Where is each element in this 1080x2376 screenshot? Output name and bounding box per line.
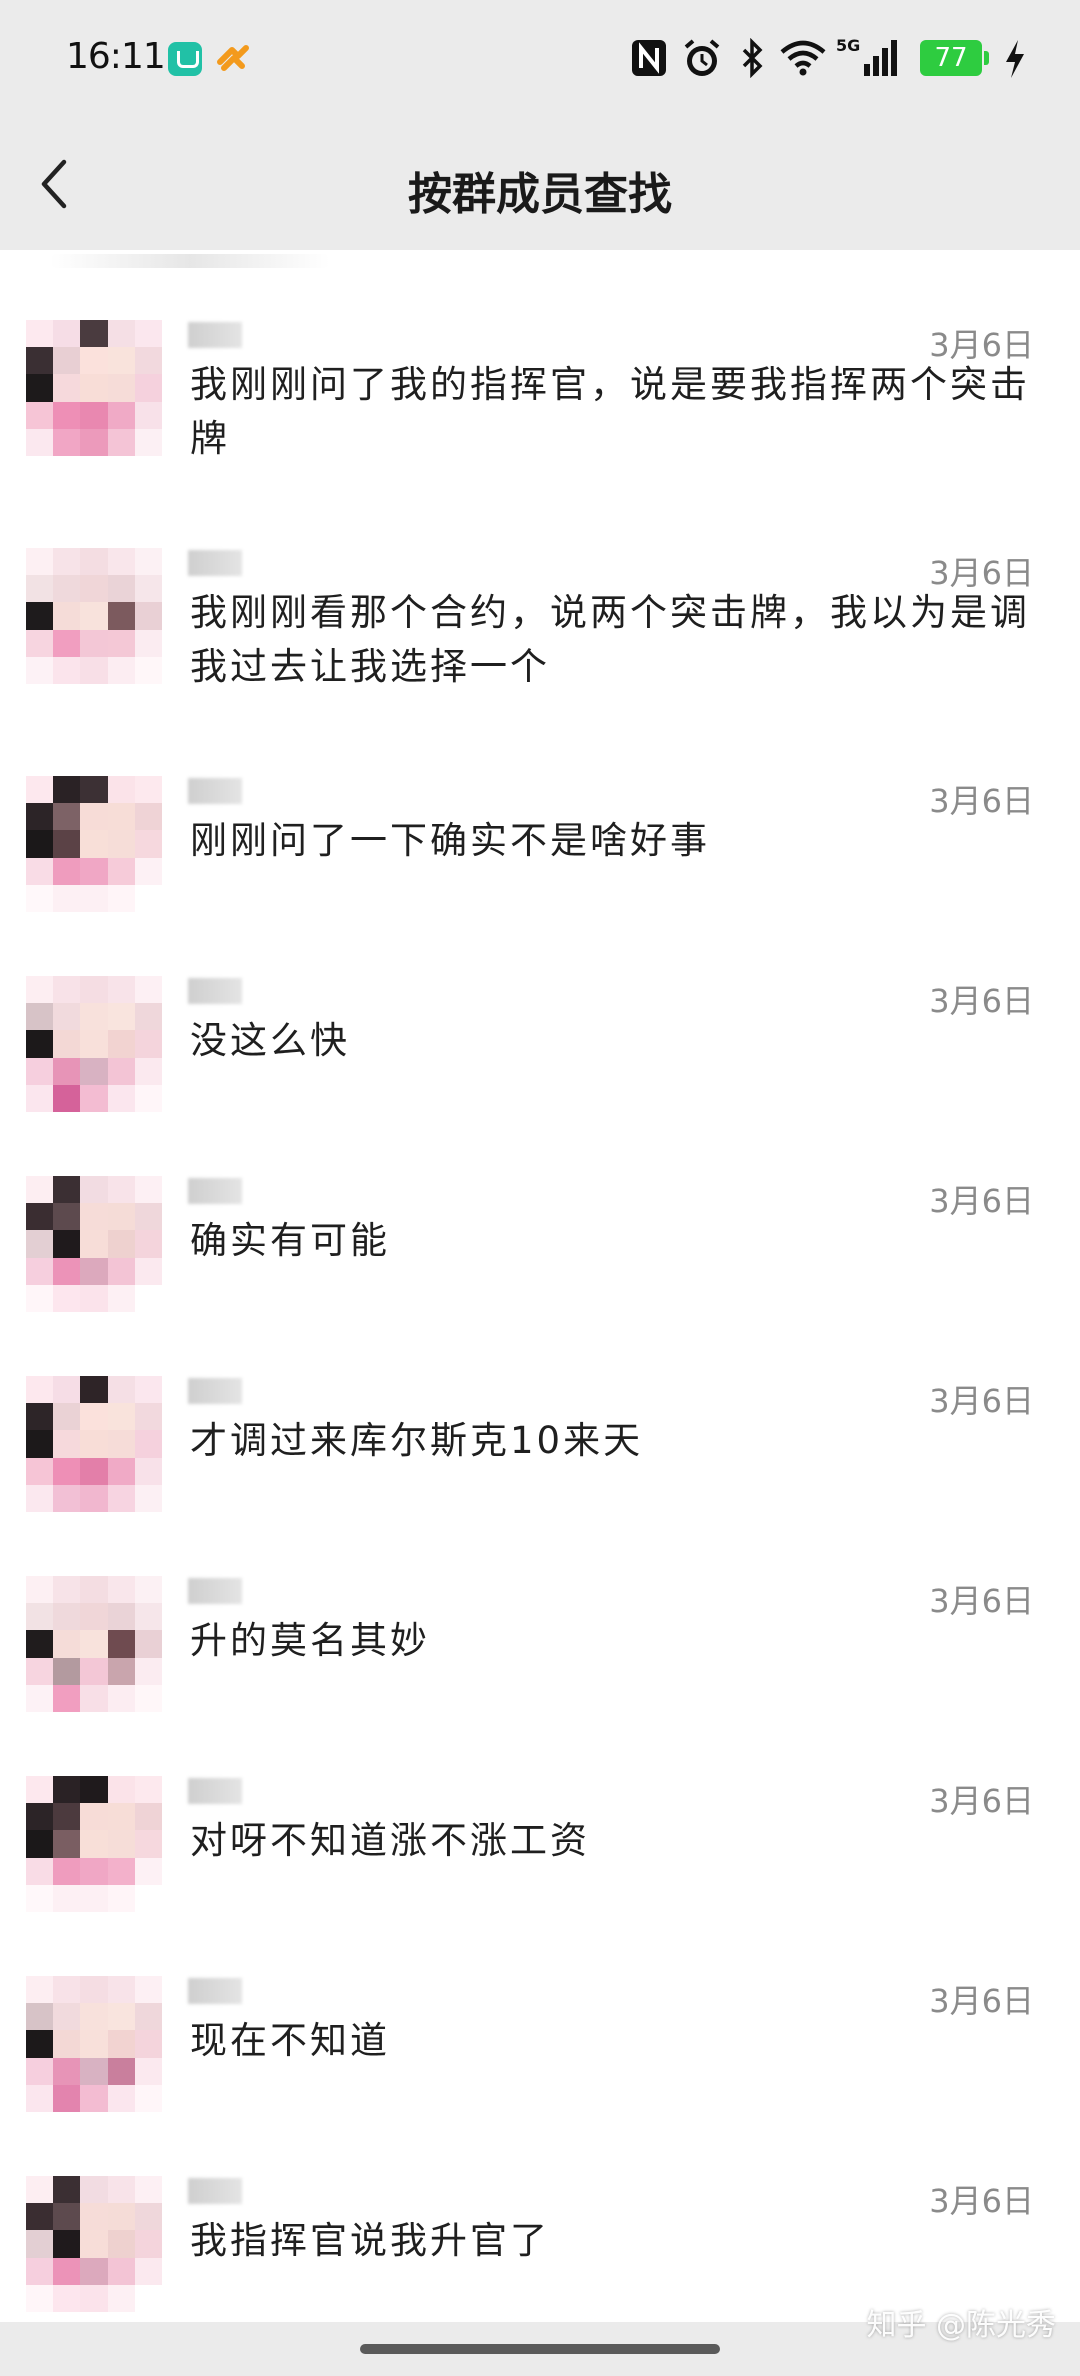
avatar [26,2176,162,2312]
page-title: 按群成员查找 [408,169,672,220]
sender-name-blurred [188,1578,242,1604]
message-text: 刚刚问了一下确实不是啥好事 [190,819,710,862]
charging-icon [1006,40,1024,78]
message-text: 对呀不知道涨不涨工资 [190,1819,590,1862]
alarm-icon [684,39,720,76]
nfc-icon [632,40,666,76]
list-item[interactable]: 3月6日 现在不知道 [0,1956,1080,2146]
sender-name-blurred [188,322,242,348]
message-text: 现在不知道 [190,2019,390,2062]
avatar [26,776,162,912]
sender-name-blurred [188,2178,242,2204]
message-text: 我刚刚看那个合约，说两个突击牌，我以为是调我过去让我选择一个 [190,591,1030,688]
message-text: 确实有可能 [190,1219,390,1262]
avatar [26,1176,162,1312]
sender-name-blurred [188,778,242,804]
avatar [26,548,162,684]
sender-name-blurred [188,1778,242,1804]
status-time: 16:11 [66,36,166,77]
list-item[interactable]: 3月6日 才调过来库尔斯克10来天 [0,1356,1080,1546]
list-item[interactable]: 3月6日 升的莫名其妙 [0,1556,1080,1746]
sender-name-blurred [188,550,242,576]
list-item[interactable]: 3月6日 我刚刚问了我的指挥官，说是要我指挥两个突击牌 [0,300,1080,490]
avatar [26,1776,162,1912]
list-item[interactable]: 3月6日 没这么快 [0,956,1080,1146]
avatar [26,1376,162,1512]
status-icons: 5G 77 [630,30,1080,90]
list-item[interactable]: 3月6日 对呀不知道涨不涨工资 [0,1756,1080,1946]
list-item[interactable]: 3月6日 确实有可能 [0,1156,1080,1346]
sender-name-blurred [188,1978,242,2004]
sender-name-blurred [188,1378,242,1404]
bluetooth-icon [742,38,763,78]
avatar [26,1576,162,1712]
battery-icon: 77 [920,40,989,76]
message-text: 升的莫名其妙 [190,1619,430,1662]
message-text: 才调过来库尔斯克10来天 [190,1419,644,1462]
mi-home-icon [168,42,202,76]
avatar [26,1976,162,2112]
wifi-icon [780,40,826,76]
signal-icon [864,40,897,76]
watermark: 知乎 @陈光秀 [866,2308,1056,2343]
message-text: 我刚刚问了我的指挥官，说是要我指挥两个突击牌 [190,363,1030,460]
list-item[interactable]: 3月6日 刚刚问了一下确实不是啥好事 [0,756,1080,946]
message-text: 我指挥官说我升官了 [190,2219,550,2262]
avatar [26,976,162,1112]
message-text: 没这么快 [190,1019,350,1062]
list-item[interactable]: 3月6日 我刚刚看那个合约，说两个突击牌，我以为是调我过去让我选择一个 [0,528,1080,718]
sender-name-blurred [188,978,242,1004]
avatar [26,320,162,456]
pay-icon [216,42,250,76]
status-bar: 16:11 5G 77 [0,0,1080,118]
header: 按群成员查找 [0,118,1080,250]
home-indicator[interactable] [360,2344,720,2354]
blurred-separator [50,254,330,268]
sender-name-blurred [188,1178,242,1204]
